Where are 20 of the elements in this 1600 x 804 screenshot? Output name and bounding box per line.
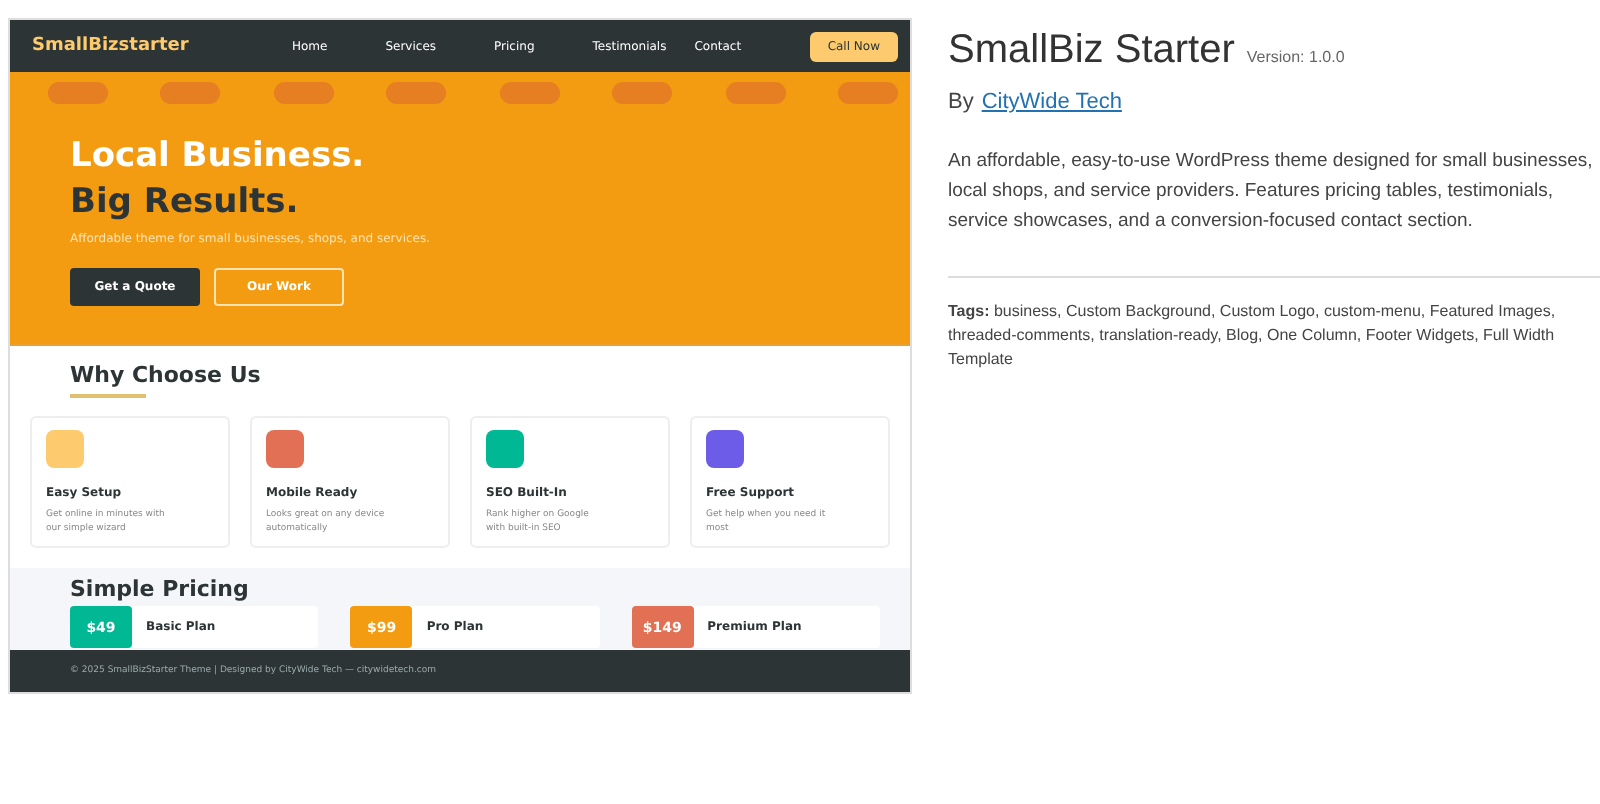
banner-pill <box>160 82 221 104</box>
section-title: Simple Pricing <box>70 576 251 602</box>
hero-heading: Local Business. <box>70 134 367 180</box>
theme-description: An affordable, easy-to-use WordPress theme designed for small businesses, local shops, and service providers. Features pricing tables, testimonials, service showcases, and a conversion-focused contact section. <box>948 148 1595 236</box>
logo[interactable]: SmallBizstarter <box>32 36 292 56</box>
banner-pill <box>725 82 786 104</box>
banner-pill <box>48 82 108 104</box>
title-underline <box>70 394 146 398</box>
tags-list: Tags: business, Custom Background, Custom Logo, custom-menu, Featured Images, threaded-comments, translation-ready, Blog, One Column, Footer Widgets, Full Width Template <box>948 300 1600 372</box>
version-label: Version: 1.0.0 <box>1246 48 1345 66</box>
banner-pill <box>273 82 334 104</box>
theme-title: SmallBiz Starter <box>948 28 1235 74</box>
banner-pill <box>837 82 898 104</box>
banner-pill <box>499 82 560 104</box>
author-label: By <box>948 90 974 114</box>
author-link[interactable]: CityWide Tech <box>981 90 1122 114</box>
hero-heading: Big Results. <box>70 180 301 226</box>
banner-pill <box>386 82 447 104</box>
banner-pill <box>612 82 673 104</box>
section-title: Why Choose Us <box>70 362 263 388</box>
